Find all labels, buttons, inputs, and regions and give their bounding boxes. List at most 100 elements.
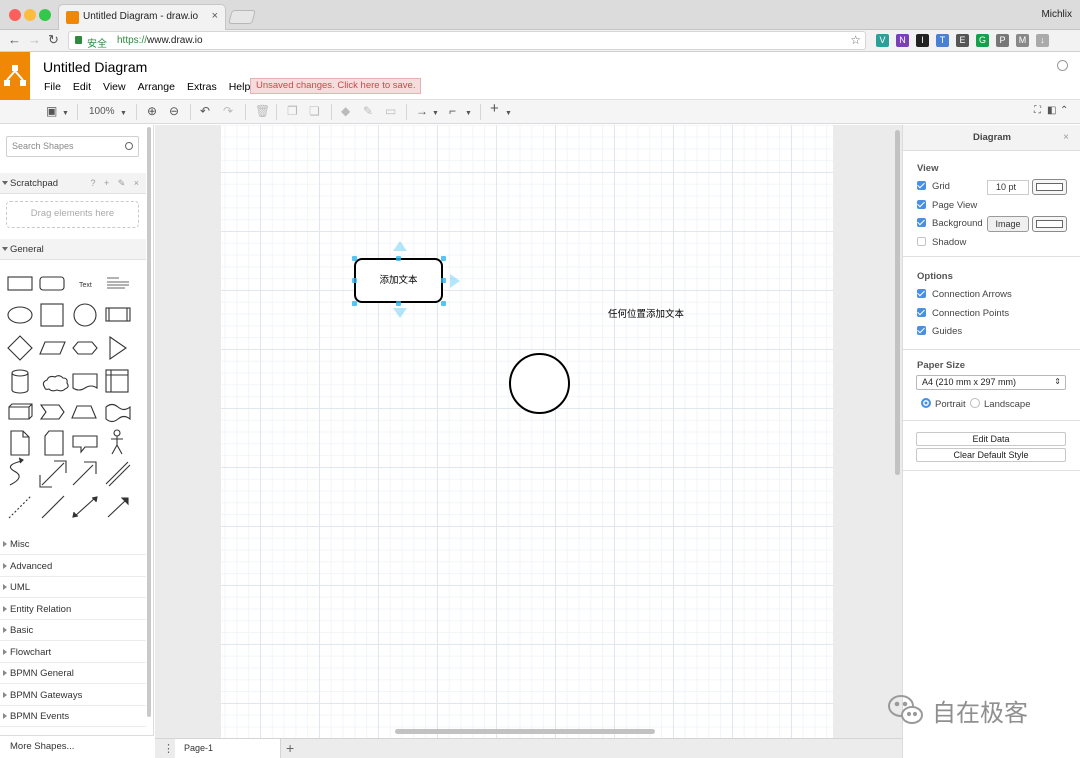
vue-devtools-icon[interactable]: V: [876, 34, 889, 47]
resize-handle[interactable]: [352, 278, 357, 283]
dashed-line-shape[interactable]: [8, 495, 32, 519]
arrow-shape[interactable]: [72, 461, 97, 486]
resize-handle[interactable]: [396, 256, 401, 261]
guides-row[interactable]: Guides: [917, 326, 962, 340]
checkbox-unchecked-icon[interactable]: [917, 237, 926, 246]
scratchpad-header[interactable]: Scratchpad ? + ✎ ×: [0, 173, 146, 194]
chevron-down-icon[interactable]: ▼: [62, 107, 69, 121]
checkbox-checked-icon[interactable]: [917, 326, 926, 335]
tab-close-icon[interactable]: ×: [212, 10, 218, 22]
resize-handle[interactable]: [396, 301, 401, 306]
connect-right-arrow-icon[interactable]: [450, 274, 460, 288]
chevron-down-icon[interactable]: ▼: [432, 107, 439, 121]
line-color-icon[interactable]: ✎: [363, 104, 373, 118]
diagram-page[interactable]: 添加文本 任何位置添加文本: [221, 125, 833, 738]
note-shape[interactable]: [10, 430, 30, 456]
shadow-checkbox-row[interactable]: Shadow: [917, 237, 966, 251]
tape-shape[interactable]: [105, 403, 131, 423]
sidebar-scrollbar[interactable]: [147, 127, 151, 717]
more-shapes-button[interactable]: More Shapes...: [0, 735, 154, 758]
menu-arrange[interactable]: Arrange: [138, 81, 175, 93]
diagram-canvas[interactable]: 添加文本 任何位置添加文本: [155, 125, 902, 738]
search-icon[interactable]: [125, 142, 133, 150]
bidirectional-arrow-shape[interactable]: [39, 460, 67, 488]
search-shapes-input[interactable]: Search Shapes: [6, 136, 139, 157]
menu-file[interactable]: File: [44, 81, 61, 93]
zoom-in-icon[interactable]: ⊕: [147, 104, 157, 118]
add-page-icon[interactable]: +: [286, 740, 294, 756]
minimize-window-icon[interactable]: [24, 9, 36, 21]
background-image-button[interactable]: Image: [987, 216, 1029, 232]
scratchpad-dropzone[interactable]: Drag elements here: [6, 201, 139, 228]
sidebar-section-bpmn-gateways[interactable]: BPMN Gateways: [0, 685, 146, 706]
paper-size-select[interactable]: A4 (210 mm x 297 mm) ⇕: [916, 375, 1066, 390]
radio-selected-icon[interactable]: [921, 398, 931, 408]
to-front-icon[interactable]: ❐: [287, 104, 298, 118]
sidebar-section-bpmn-general[interactable]: BPMN General: [0, 663, 146, 684]
zoom-dropdown-icon[interactable]: ▼: [120, 107, 127, 121]
clear-default-style-button[interactable]: Clear Default Style: [916, 448, 1066, 462]
forward-icon[interactable]: →: [28, 32, 41, 47]
rounded-rectangle-node[interactable]: 添加文本: [354, 258, 443, 303]
callout-shape[interactable]: [72, 435, 98, 454]
connection-icon[interactable]: →: [416, 104, 428, 118]
process-shape[interactable]: [105, 307, 131, 322]
circle-node[interactable]: [509, 353, 570, 414]
document-title[interactable]: Untitled Diagram: [43, 59, 147, 75]
link-shape[interactable]: [105, 461, 131, 487]
ellipse-shape[interactable]: [7, 306, 33, 324]
pages-menu-icon[interactable]: ⋮: [163, 742, 174, 755]
resize-handle[interactable]: [352, 256, 357, 261]
format-panel-icon[interactable]: ▣: [46, 104, 57, 118]
connect-up-arrow-icon[interactable]: [393, 241, 407, 251]
shadow-icon[interactable]: ▭: [385, 104, 396, 118]
line-shape[interactable]: [41, 495, 65, 519]
fullscreen-icon[interactable]: ⛶: [1034, 104, 1041, 118]
resize-handle[interactable]: [352, 301, 357, 306]
connection-arrows-row[interactable]: Connection Arrows: [917, 289, 1012, 303]
trapezoid-shape[interactable]: [71, 405, 97, 419]
step-shape[interactable]: [39, 404, 65, 420]
sidebar-section-entity-relation[interactable]: Entity Relation: [0, 599, 146, 620]
checkbox-checked-icon[interactable]: [917, 200, 926, 209]
waypoints-icon[interactable]: ⌐: [449, 104, 456, 118]
document-shape[interactable]: [72, 373, 98, 391]
resize-handle[interactable]: [441, 256, 446, 261]
profile-name[interactable]: Michlix: [1041, 9, 1072, 20]
evernote-icon[interactable]: E: [956, 34, 969, 47]
bidirectional-connector-shape[interactable]: [72, 496, 98, 518]
zoom-out-icon[interactable]: ⊖: [169, 104, 179, 118]
cylinder-shape[interactable]: [11, 369, 29, 394]
to-back-icon[interactable]: ❏: [309, 104, 320, 118]
diamond-shape[interactable]: [7, 335, 33, 361]
instapaper-icon[interactable]: I: [916, 34, 929, 47]
radio-unselected-icon[interactable]: [970, 398, 980, 408]
chevron-down-icon[interactable]: ▼: [505, 107, 512, 121]
scratchpad-tools[interactable]: ? + ✎ ×: [90, 173, 142, 194]
close-window-icon[interactable]: [9, 9, 21, 21]
checkbox-checked-icon[interactable]: [917, 308, 926, 317]
menu-view[interactable]: View: [103, 81, 126, 93]
canvas-horizontal-scrollbar[interactable]: [395, 729, 655, 734]
resize-handle[interactable]: [441, 278, 446, 283]
actor-shape[interactable]: [111, 429, 123, 455]
close-icon[interactable]: ×: [1063, 125, 1069, 151]
redo-icon[interactable]: ↷: [223, 104, 233, 118]
bookmark-star-icon[interactable]: ☆: [850, 33, 861, 47]
hexagon-shape[interactable]: [72, 341, 98, 355]
text-shape[interactable]: Text: [79, 282, 92, 289]
insert-icon[interactable]: +: [490, 101, 499, 116]
menu-extras[interactable]: Extras: [187, 81, 217, 93]
connection-points-row[interactable]: Connection Points: [917, 308, 1009, 322]
curve-connector-shape[interactable]: [9, 457, 24, 486]
reload-icon[interactable]: ↻: [48, 32, 59, 48]
format-panel-toggle-icon[interactable]: ◧: [1047, 104, 1056, 118]
collapse-icon[interactable]: ⌃: [1060, 104, 1068, 118]
grid-size-input[interactable]: 10 pt: [987, 180, 1029, 195]
card-shape[interactable]: [44, 430, 64, 456]
portrait-radio-row[interactable]: Portrait: [921, 398, 966, 410]
page-view-checkbox-row[interactable]: Page View: [917, 200, 977, 214]
connect-down-arrow-icon[interactable]: [393, 308, 407, 318]
pocket-icon[interactable]: P: [996, 34, 1009, 47]
sidebar-section-basic[interactable]: Basic: [0, 620, 146, 641]
